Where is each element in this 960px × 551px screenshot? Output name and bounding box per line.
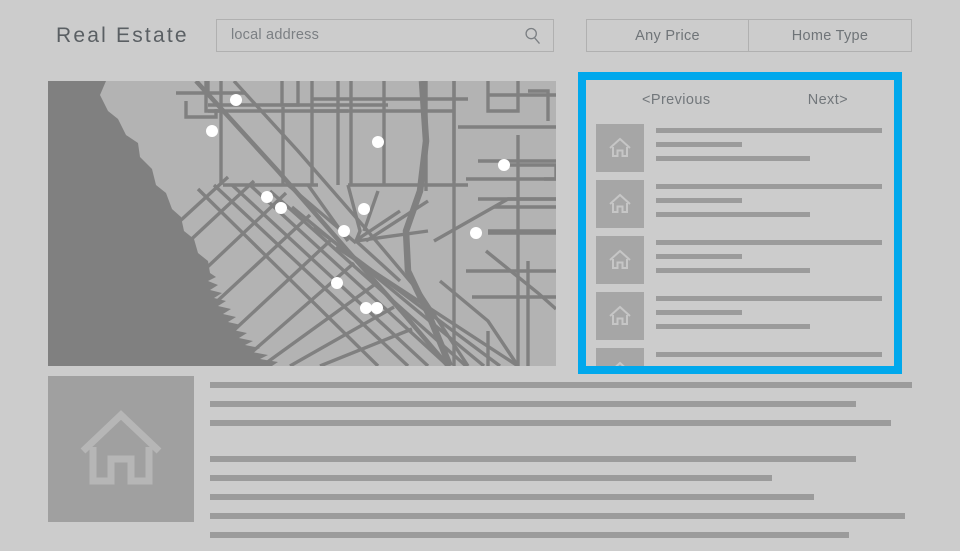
listing-thumbnail: [596, 124, 644, 172]
listings-panel[interactable]: <Previous Next>: [578, 72, 902, 374]
list-item[interactable]: [586, 292, 894, 342]
list-item[interactable]: [586, 236, 894, 286]
map-panel[interactable]: [48, 81, 556, 366]
listing-thumbnail: [596, 292, 644, 340]
house-icon: [609, 249, 631, 269]
filter-any-price-button[interactable]: Any Price: [586, 19, 749, 52]
listings-scroll-area[interactable]: <Previous Next>: [586, 80, 894, 366]
app-header: Real Estate local address Any Price Home…: [0, 0, 960, 72]
house-icon: [609, 193, 631, 213]
listing-thumbnail: [596, 180, 644, 228]
featured-thumbnail: [48, 376, 194, 522]
list-item[interactable]: [586, 124, 894, 174]
listing-text-lines: [656, 292, 882, 338]
listing-thumbnail: [596, 236, 644, 284]
next-page-link[interactable]: Next>: [808, 92, 848, 108]
listing-text-lines: [656, 124, 882, 170]
featured-text-block-top: [210, 382, 912, 439]
search-icon[interactable]: [524, 27, 542, 45]
featured-listing[interactable]: [48, 376, 912, 538]
listing-text-lines: [656, 180, 882, 226]
list-item[interactable]: [586, 348, 894, 366]
featured-text-block-bottom: [210, 456, 912, 551]
filter-group: Any Price Home Type: [586, 19, 912, 52]
list-item[interactable]: [586, 180, 894, 230]
house-icon: [80, 410, 162, 485]
listing-thumbnail: [596, 348, 644, 366]
page-title: Real Estate: [56, 24, 189, 47]
search-input[interactable]: local address: [216, 19, 554, 52]
house-icon: [615, 361, 625, 366]
listing-text-lines: [656, 348, 882, 366]
pagination: <Previous Next>: [586, 80, 894, 124]
filter-home-type-button[interactable]: Home Type: [749, 19, 912, 52]
map-canvas[interactable]: [48, 81, 556, 366]
listing-text-lines: [656, 236, 882, 282]
house-icon: [609, 305, 631, 325]
previous-page-link[interactable]: <Previous: [642, 92, 710, 108]
search-input-text: local address: [231, 27, 320, 43]
house-icon: [609, 137, 631, 157]
